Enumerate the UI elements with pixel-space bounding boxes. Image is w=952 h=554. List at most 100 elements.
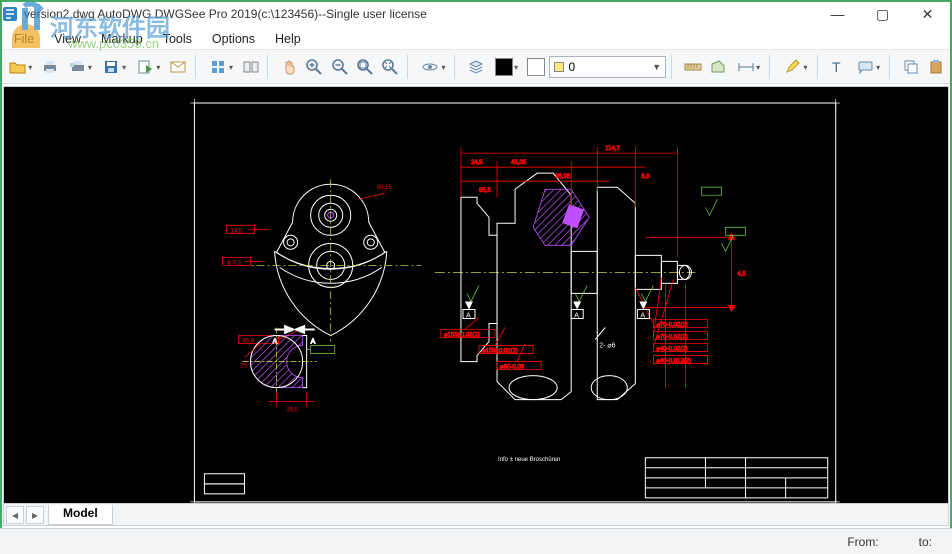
- menu-tools[interactable]: Tools: [153, 30, 202, 48]
- measure-area-button[interactable]: [707, 54, 730, 80]
- close-button[interactable]: ✕: [905, 0, 950, 28]
- minimize-button[interactable]: —: [815, 0, 860, 28]
- batch-print-button[interactable]: [64, 54, 96, 80]
- paste-icon: [928, 59, 944, 75]
- markup-pen-button[interactable]: [779, 54, 811, 80]
- color-black-button[interactable]: [490, 54, 522, 80]
- comment-button[interactable]: [852, 54, 884, 80]
- pen-icon: [784, 59, 802, 75]
- status-to-label: to:: [919, 535, 932, 549]
- svg-text:A: A: [311, 339, 316, 346]
- svg-text:⌀155±0,02(2): ⌀155±0,02(2): [444, 333, 480, 339]
- folder-open-icon: [9, 59, 27, 75]
- window-title: version2.dwg AutoDWG DWGSee Pro 2019(c:\…: [24, 7, 815, 21]
- copy-button[interactable]: [899, 54, 922, 80]
- svg-text:⊕ 0,1: ⊕ 0,1: [226, 260, 242, 266]
- layer-dropdown[interactable]: 0 ▼: [549, 56, 666, 78]
- svg-text:114,7: 114,7: [605, 146, 620, 152]
- statusbar: From: to:: [0, 528, 952, 554]
- dropdown-icon: ▼: [652, 62, 661, 72]
- measure-distance-button[interactable]: [681, 54, 704, 80]
- app-icon: [2, 6, 18, 22]
- color-white-button[interactable]: [524, 54, 547, 80]
- drawing-canvas: Info ± neue Broschüren: [4, 87, 948, 525]
- svg-text:14,5: 14,5: [230, 228, 242, 234]
- tab-row: ◂ ▸ Model: [4, 503, 948, 525]
- layer-value: 0: [568, 60, 648, 74]
- drawing-bottom-note: Info ± neue Broschüren: [498, 457, 560, 463]
- export-button[interactable]: [132, 54, 164, 80]
- svg-text:⌀40-0,02(2): ⌀40-0,02(2): [656, 347, 687, 353]
- zoom-extent-button[interactable]: [379, 54, 402, 80]
- print-button[interactable]: [38, 54, 61, 80]
- menubar: File View Markup Tools Options Help: [0, 28, 952, 50]
- printer-icon: [42, 59, 58, 75]
- maximize-button[interactable]: ▢: [860, 0, 905, 28]
- tab-next-button[interactable]: ▸: [26, 506, 44, 524]
- svg-text:2- ⌀6: 2- ⌀6: [599, 343, 615, 350]
- hand-icon: [281, 59, 297, 75]
- toolbar: 0 ▼ T: [0, 50, 952, 84]
- status-from-label: From:: [847, 535, 878, 549]
- svg-text:85,8: 85,8: [242, 339, 254, 345]
- zoom-out-icon: [332, 59, 348, 75]
- svg-text:35,5: 35,5: [287, 408, 299, 414]
- copy-icon: [903, 59, 919, 75]
- batch-print-icon: [69, 59, 87, 75]
- mail-icon: [170, 60, 186, 74]
- tab-model[interactable]: Model: [48, 505, 113, 525]
- text-button[interactable]: T: [827, 54, 850, 80]
- section-detail: 25 35,5: [240, 328, 334, 414]
- area-icon: [710, 59, 726, 75]
- pan-button[interactable]: [277, 54, 300, 80]
- paste-button[interactable]: [925, 54, 948, 80]
- export-icon: [137, 59, 155, 75]
- tab-prev-button[interactable]: ◂: [6, 506, 24, 524]
- grid-icon: [210, 59, 228, 75]
- menu-markup[interactable]: Markup: [91, 30, 153, 48]
- svg-text:25: 25: [240, 364, 247, 370]
- svg-text:6,0: 6,0: [641, 174, 650, 180]
- svg-text:T: T: [832, 59, 841, 75]
- svg-text:⌀70-0,02(2): ⌀70-0,02(2): [656, 335, 687, 341]
- svg-text:A: A: [574, 312, 579, 319]
- menu-file[interactable]: File: [4, 30, 44, 48]
- svg-text:A: A: [640, 312, 645, 319]
- menu-view[interactable]: View: [44, 30, 91, 48]
- svg-text:⌀40-0,012(2): ⌀40-0,012(2): [656, 359, 691, 365]
- zoom-in-button[interactable]: [303, 54, 326, 80]
- orbit-icon: [422, 59, 440, 75]
- dimension-icon: [737, 60, 755, 74]
- svg-text:⌀155±0,02(2): ⌀155±0,02(2): [482, 349, 518, 355]
- svg-text:4,5: 4,5: [738, 271, 747, 277]
- menu-options[interactable]: Options: [202, 30, 265, 48]
- mail-button[interactable]: [166, 54, 189, 80]
- title-block: [645, 458, 827, 498]
- text-icon: T: [830, 59, 846, 75]
- save-button[interactable]: [98, 54, 130, 80]
- white-swatch: [527, 58, 545, 76]
- svg-text:24,5: 24,5: [471, 160, 483, 166]
- compare-icon: [243, 59, 259, 75]
- cad-drawing: Info ± neue Broschüren: [4, 87, 948, 528]
- browser-button[interactable]: [205, 54, 237, 80]
- zoom-window-icon: [357, 59, 373, 75]
- right-view: 114,7 45,05 24,5 35,05 6,0 95,5 4,5 ⌀70-…: [435, 146, 747, 400]
- svg-text:45,05: 45,05: [511, 160, 527, 166]
- zoom-window-button[interactable]: [353, 54, 376, 80]
- svg-text:A: A: [466, 312, 471, 319]
- layers-button[interactable]: [465, 54, 488, 80]
- zoom-in-icon: [306, 59, 322, 75]
- svg-text:⌀60-0,03: ⌀60-0,03: [500, 365, 525, 371]
- zoom-out-button[interactable]: [328, 54, 351, 80]
- comment-icon: [857, 60, 875, 74]
- drawing-viewport[interactable]: Info ± neue Broschüren: [3, 86, 949, 526]
- orbit-button[interactable]: [417, 54, 449, 80]
- dimension-button[interactable]: [732, 54, 764, 80]
- svg-text:95,5: 95,5: [479, 188, 491, 194]
- zoom-extent-icon: [382, 59, 398, 75]
- compare-button[interactable]: [239, 54, 262, 80]
- menu-help[interactable]: Help: [265, 30, 311, 48]
- open-button[interactable]: [4, 54, 36, 80]
- titlebar: version2.dwg AutoDWG DWGSee Pro 2019(c:\…: [0, 0, 952, 28]
